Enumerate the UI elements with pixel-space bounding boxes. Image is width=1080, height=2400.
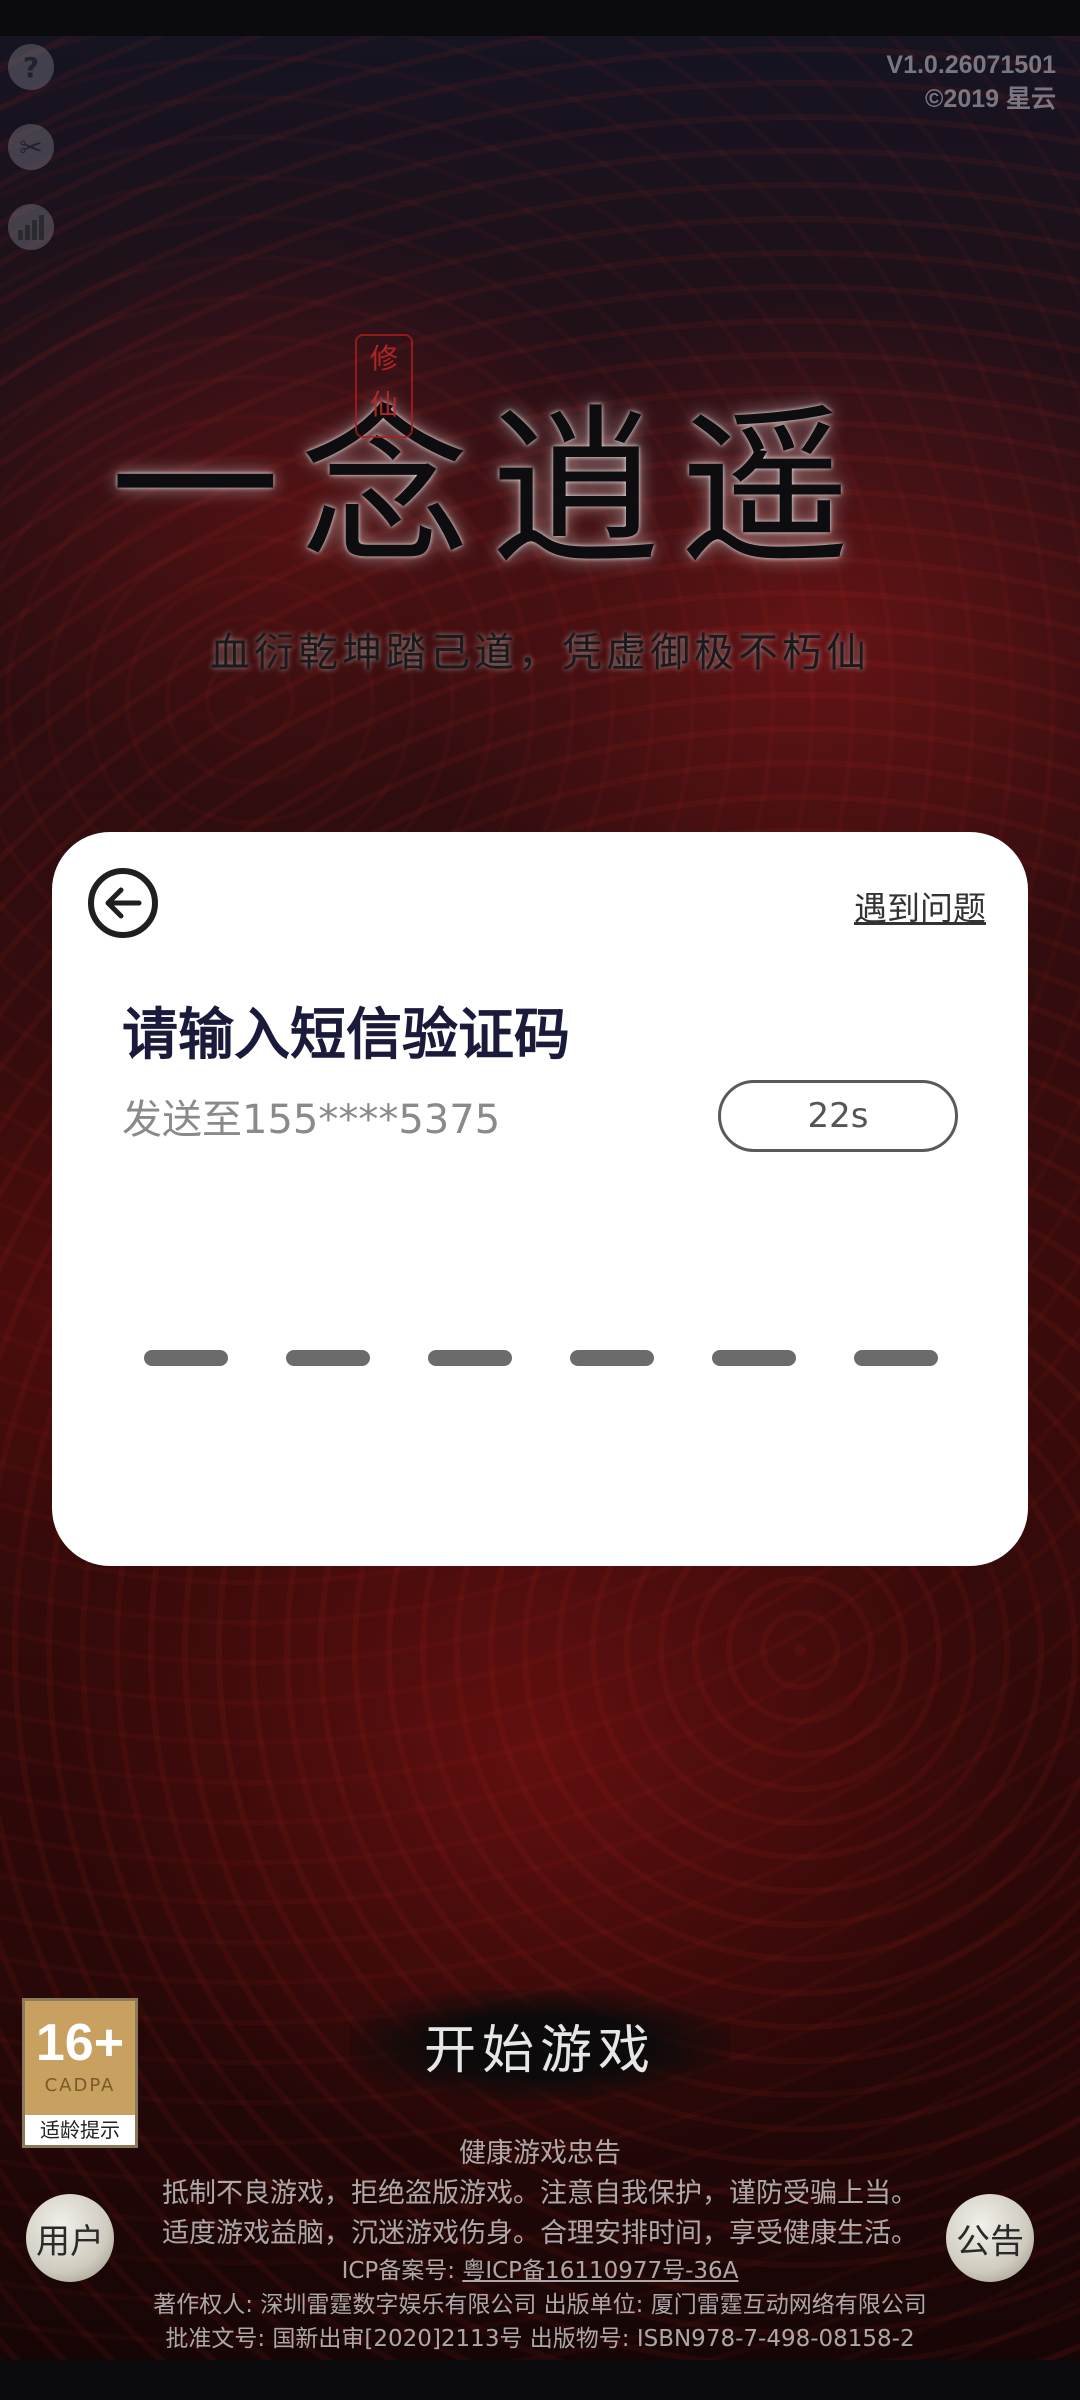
otp-input[interactable]: [144, 1350, 990, 1368]
logo-seal: 修仙: [355, 334, 413, 438]
version-copyright: ©2019 星云: [925, 85, 1056, 113]
age-rating-org: CADPA: [44, 2075, 116, 2096]
otp-slot[interactable]: [570, 1350, 654, 1366]
version-info: V1.0.26071501 ©2019 星云: [886, 48, 1056, 116]
tools-icon-glyph: ✂: [19, 130, 43, 164]
otp-slot[interactable]: [854, 1350, 938, 1366]
status-bar: [0, 0, 1080, 36]
footer: 健康游戏忠告 抵制不良游戏，拒绝盗版游戏。注意自我保护，谨防受骗上当。 适度游戏…: [0, 2134, 1080, 2356]
icp-link[interactable]: 粤ICP备16110977号-36A: [462, 2258, 738, 2284]
copyright-line: 著作权人: 深圳雷霆数字娱乐有限公司 出版单位: 厦门雷霆互动网络有限公司: [153, 2292, 927, 2318]
icp-line: ICP备案号: 粤ICP备16110977号-36A: [0, 2254, 1080, 2288]
back-button[interactable]: [88, 868, 158, 938]
health-notice-line1: 抵制不良游戏，拒绝盗版游戏。注意自我保护，谨防受骗上当。: [162, 2178, 918, 2209]
start-game-label: 开始游戏: [423, 2020, 656, 2081]
health-notice-line2: 适度游戏益脑，沉迷游戏伤身。合理安排时间，享受健康生活。: [162, 2218, 918, 2249]
approval-line: 批准文号: 国新出审[2020]2113号 出版物号: ISBN978-7-49…: [165, 2326, 915, 2352]
age-rating-number: 16+: [35, 2014, 125, 2072]
help-link[interactable]: 遇到问题: [854, 882, 986, 930]
start-game-button[interactable]: 开始游戏: [350, 1990, 730, 2100]
navigation-bar: [0, 2360, 1080, 2400]
game-logo-title: 一念逍遥: [110, 390, 871, 588]
otp-slot[interactable]: [712, 1350, 796, 1366]
logo-tagline: 血衍乾坤踏己道，凭虚御极不朽仙: [210, 630, 870, 676]
dialog-title: 请输入短信验证码: [122, 1003, 570, 1068]
help-icon[interactable]: ?: [8, 44, 54, 90]
signal-icon[interactable]: [8, 204, 54, 250]
age-rating-badge[interactable]: 16+ CADPA 适龄提示: [22, 1998, 138, 2148]
otp-slot[interactable]: [144, 1350, 228, 1366]
resend-countdown-button[interactable]: 22s: [718, 1080, 958, 1152]
icp-label: ICP备案号:: [341, 2258, 463, 2284]
health-notice-title: 健康游戏忠告: [459, 2138, 621, 2169]
version-build: V1.0.26071501: [886, 51, 1056, 79]
otp-slot[interactable]: [286, 1350, 370, 1366]
sent-to-text: 发送至155****5375: [122, 1097, 501, 1143]
arrow-left-icon: [105, 887, 142, 919]
sms-verification-dialog: 遇到问题 请输入短信验证码 发送至155****5375 22s: [52, 832, 1028, 1566]
otp-slot[interactable]: [428, 1350, 512, 1366]
help-icon-glyph: ?: [22, 50, 40, 84]
signal-bars-icon: [18, 215, 44, 240]
tools-icon[interactable]: ✂: [8, 124, 54, 170]
